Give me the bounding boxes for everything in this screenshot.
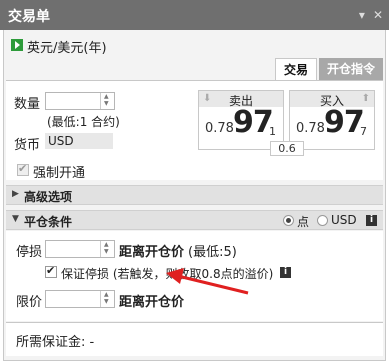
unit-points-label: 点 xyxy=(297,215,310,229)
quantity-label: 数量 xyxy=(14,97,41,112)
unit-usd-label: USD xyxy=(331,213,357,227)
footer: 所需保证金: - xyxy=(6,322,383,356)
title-bar-controls: ▾ ✕ xyxy=(359,7,383,23)
currency-value: USD xyxy=(45,133,113,149)
force-open-checkbox[interactable] xyxy=(17,162,29,176)
stop-loss-min-label: (最低:5) xyxy=(188,245,237,260)
stepper-down-icon[interactable]: ▼ xyxy=(104,299,109,305)
unit-radio-points[interactable] xyxy=(283,215,294,226)
info-icon[interactable]: i xyxy=(280,267,291,278)
advanced-options-header[interactable]: ▶ 高级选项 xyxy=(6,185,383,205)
pair-bar: 英元/美元(年) xyxy=(3,33,386,57)
stop-loss-stepper[interactable]: ▲ ▼ xyxy=(45,240,115,258)
window-title: 交易单 xyxy=(8,9,50,25)
up-arrow-icon: ⬆ xyxy=(361,93,370,104)
ticket-tabs: 交易 开仓指令 xyxy=(274,58,383,80)
stop-loss-label: 停损 xyxy=(16,245,43,260)
quantity-stepper-arrows[interactable]: ▲ ▼ xyxy=(100,93,114,109)
collapse-arrow-icon: ▼ xyxy=(12,214,19,224)
quantity-hint: (最低:1 合约) xyxy=(47,115,120,129)
unit-radio-usd[interactable] xyxy=(317,215,328,226)
stop-loss-stepper-arrows[interactable]: ▲ ▼ xyxy=(100,241,114,257)
pair-label: 英元/美元 xyxy=(27,41,84,56)
pair-suffix: (年) xyxy=(83,41,107,56)
currency-label: 货币 xyxy=(14,138,41,153)
stepper-down-icon[interactable]: ▼ xyxy=(104,101,109,107)
stop-loss-distance-label: 距离开仓价 xyxy=(119,245,185,260)
info-icon[interactable]: i xyxy=(366,215,377,226)
limit-stepper[interactable]: ▲ ▼ xyxy=(45,290,115,308)
limit-distance-label: 距离开仓价 xyxy=(119,295,185,310)
buy-price-prefix: 0.78 xyxy=(296,121,325,136)
guaranteed-stop-checkbox[interactable] xyxy=(45,264,57,278)
pair-title: 英元/美元(年) xyxy=(27,37,107,56)
spread-value: 0.6 xyxy=(270,141,304,156)
sell-price-pip: 1 xyxy=(269,125,276,138)
limit-label: 限价 xyxy=(16,295,43,310)
tab-open-order[interactable]: 开仓指令 xyxy=(318,58,383,80)
quantity-stepper[interactable]: ▲ ▼ xyxy=(45,92,115,110)
tab-trade[interactable]: 交易 xyxy=(274,58,317,80)
close-conditions-label: 平仓条件 xyxy=(24,215,73,229)
buy-price-pip: 7 xyxy=(360,125,367,138)
sell-price-prefix: 0.78 xyxy=(205,121,234,136)
limit-stepper-arrows[interactable]: ▲ ▼ xyxy=(100,291,114,307)
close-icon[interactable]: ✕ xyxy=(373,7,383,23)
buy-price-big: 97 xyxy=(324,105,365,140)
guaranteed-stop-label: 保证停损 (若触发，则收取0.8点的溢价) xyxy=(61,267,274,281)
stepper-down-icon[interactable]: ▼ xyxy=(104,249,109,255)
advanced-options-label: 高级选项 xyxy=(24,190,73,204)
title-bar: 交易单 ▾ ✕ xyxy=(0,0,389,30)
sell-price-big: 97 xyxy=(233,105,274,140)
play-icon[interactable] xyxy=(11,39,23,51)
margin-label: 所需保证金: - xyxy=(16,335,95,350)
expand-arrow-icon: ▶ xyxy=(12,189,19,199)
force-open-label: 强制开通 xyxy=(33,166,86,181)
minimize-icon[interactable]: ▾ xyxy=(359,7,365,23)
